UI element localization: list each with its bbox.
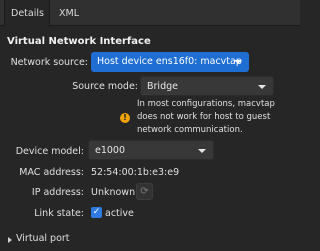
expander-arrow-icon[interactable]	[8, 237, 12, 243]
ip-address-value: Unknown	[91, 187, 136, 198]
network-source-label: Network source:	[10, 57, 88, 68]
chevron-down-icon	[198, 149, 206, 153]
warning-text: In most configurations, macvtap does not…	[137, 99, 275, 135]
link-state-checkbox[interactable]: ✓	[91, 207, 102, 218]
tab-details[interactable]: Details	[4, 0, 50, 27]
source-mode-label: Source mode:	[72, 81, 138, 92]
tab-bar: Details XML	[0, 0, 300, 27]
network-source-value: Host device ens16f0: macvtap	[97, 56, 242, 67]
warning-icon: !	[120, 113, 130, 123]
refresh-ip-button[interactable]: ⟳	[136, 183, 153, 200]
ip-address-label: IP address:	[31, 187, 84, 198]
tab-xml[interactable]: XML	[53, 0, 85, 26]
source-mode-dropdown[interactable]: Bridge	[140, 76, 274, 96]
chevron-down-icon	[234, 60, 242, 64]
virtual-port-expander[interactable]: Virtual port	[16, 233, 70, 244]
source-mode-value: Bridge	[147, 81, 178, 92]
network-source-dropdown[interactable]: Host device ens16f0: macvtap	[91, 52, 249, 72]
mac-address-label: MAC address:	[19, 167, 84, 178]
device-model-label: Device model:	[15, 146, 84, 157]
refresh-icon: ⟳	[140, 186, 149, 197]
mac-address-value: 52:54:00:1b:e3:e9	[91, 167, 180, 178]
section-title: Virtual Network Interface	[7, 36, 151, 47]
link-state-label: Link state:	[34, 208, 84, 219]
device-model-value: e1000	[95, 145, 126, 156]
device-model-dropdown[interactable]: e1000	[88, 140, 214, 160]
chevron-down-icon	[258, 85, 266, 89]
link-state-value: active	[105, 208, 134, 219]
